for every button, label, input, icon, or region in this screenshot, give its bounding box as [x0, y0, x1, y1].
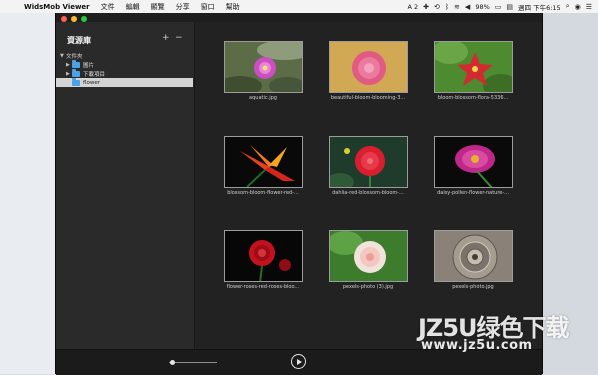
thumbnail-caption: daisy-pollen-flower-nature-...: [437, 190, 509, 196]
folder-icon: [72, 60, 80, 68]
thumbnail-daisy-pollen[interactable]: [434, 136, 513, 188]
tree-item-label: 文件夾: [66, 53, 83, 60]
photo-daisy-image: [435, 137, 512, 187]
battery-icon: ▭: [494, 2, 502, 11]
photo-dahlia-white-image: [330, 231, 407, 281]
photo-bloom-image: [330, 42, 407, 92]
thumbnail-caption: dahlia-red-blossom-bloom-...: [332, 190, 404, 196]
library-sidebar: 資源庫 + − ▼ 文件夾 ▶ 圖片 ▶ 下載項目 flower: [56, 22, 195, 349]
menu-view[interactable]: 顯覽: [151, 2, 165, 12]
tree-item-label: flower: [83, 79, 100, 86]
tree-item-downloads[interactable]: ▶ 下載項目: [66, 69, 190, 78]
thumbnail-caption: beautiful-bloom-blooming-3...: [330, 95, 406, 101]
slideshow-play-button[interactable]: [291, 354, 306, 369]
siri-icon[interactable]: ◉: [575, 3, 581, 11]
menu-edit[interactable]: 編輯: [126, 2, 140, 12]
thumbnail-beautiful-bloom[interactable]: [329, 41, 408, 93]
slider-knob[interactable]: [170, 360, 175, 365]
play-icon: [296, 358, 302, 365]
add-folder-button[interactable]: +: [162, 33, 170, 43]
thumbnail-caption: blossom-bloom-flower-red-...: [227, 190, 299, 196]
volume-icon[interactable]: ◀: [465, 3, 470, 11]
thumbnail-caption: pexels-photo.jpg: [452, 284, 494, 290]
wifi-icon[interactable]: ≋: [454, 3, 460, 11]
search-icon[interactable]: ⌕: [566, 2, 570, 11]
flag-icon[interactable]: ▤: [506, 3, 513, 11]
photo-dome-image: [435, 231, 512, 281]
menu-help[interactable]: 幫助: [226, 2, 240, 12]
remove-folder-button[interactable]: −: [175, 33, 183, 43]
menu-window[interactable]: 窗口: [201, 2, 215, 12]
desktop-left: [0, 13, 55, 374]
status-area: A 2 ✚ ⟲ ᛒ ≋ ◀ 98% ▭ ▤ 週四 下午6:15 ⌕ ◉ ☰: [407, 0, 592, 13]
thumbnail-aquatic[interactable]: [224, 41, 303, 93]
folder-icon: [72, 69, 80, 77]
thumbnail-pexels-photo[interactable]: [434, 230, 513, 282]
photo-dahlia-image: [330, 137, 407, 187]
thumbnail-pexels-photo-3[interactable]: [329, 230, 408, 282]
tree-item-flower[interactable]: flower: [56, 78, 193, 87]
tree-item-pictures[interactable]: ▶ 圖片: [66, 60, 190, 69]
photo-rose-image: [225, 231, 302, 281]
tree-item-label: 下載項目: [83, 71, 106, 78]
thumbnail-bloom-blossom[interactable]: [434, 41, 513, 93]
photo-aquatic-image: [225, 42, 302, 92]
menu-file[interactable]: 文件: [101, 2, 115, 12]
thumbnail-caption: aquatic.jpg: [249, 95, 277, 101]
menu-share[interactable]: 分享: [176, 2, 190, 12]
time-machine-icon[interactable]: ⟲: [434, 3, 440, 11]
photo-blossom-image: [435, 42, 512, 92]
thumbnail-blossom-bloom[interactable]: [224, 136, 303, 188]
sidebar-title: 資源庫: [67, 36, 91, 45]
battery-percent[interactable]: 98%: [475, 3, 489, 11]
plus-icon[interactable]: ✚: [423, 3, 429, 11]
thumbnail-caption: pexels-photo (3).jpg: [342, 284, 394, 290]
thumbnail-size-slider[interactable]: [169, 362, 217, 363]
watermark-url: www.jz5u.com: [421, 338, 533, 353]
bluetooth-icon[interactable]: ᛒ: [445, 3, 449, 11]
folder-icon: [72, 78, 80, 86]
thumbnail-caption: flower-roses-red-roses-bloo...: [226, 284, 300, 290]
tree-item-label: 圖片: [83, 62, 95, 69]
menu-app-name[interactable]: WidsMob Viewer: [24, 3, 90, 11]
menu-bar: WidsMob Viewer 文件 編輯 顯覽 分享 窗口 幫助 A 2 ✚ ⟲…: [0, 0, 598, 14]
thumbnail-flower-roses[interactable]: [224, 230, 303, 282]
thumbnail-dahlia[interactable]: [329, 136, 408, 188]
input-method-indicator[interactable]: A 2: [407, 3, 418, 11]
clock-text[interactable]: 週四 下午6:15: [518, 2, 561, 12]
thumbnail-grid: aquatic.jpg beautiful-bloom-blooming-3..…: [195, 22, 542, 349]
tree-item-folders[interactable]: ▼ 文件夾: [60, 51, 190, 60]
notification-center-icon[interactable]: ☰: [586, 3, 592, 11]
photo-bird-of-paradise-image: [225, 137, 302, 187]
thumbnail-caption: bloom-blossom-flora-5336...: [437, 95, 509, 101]
